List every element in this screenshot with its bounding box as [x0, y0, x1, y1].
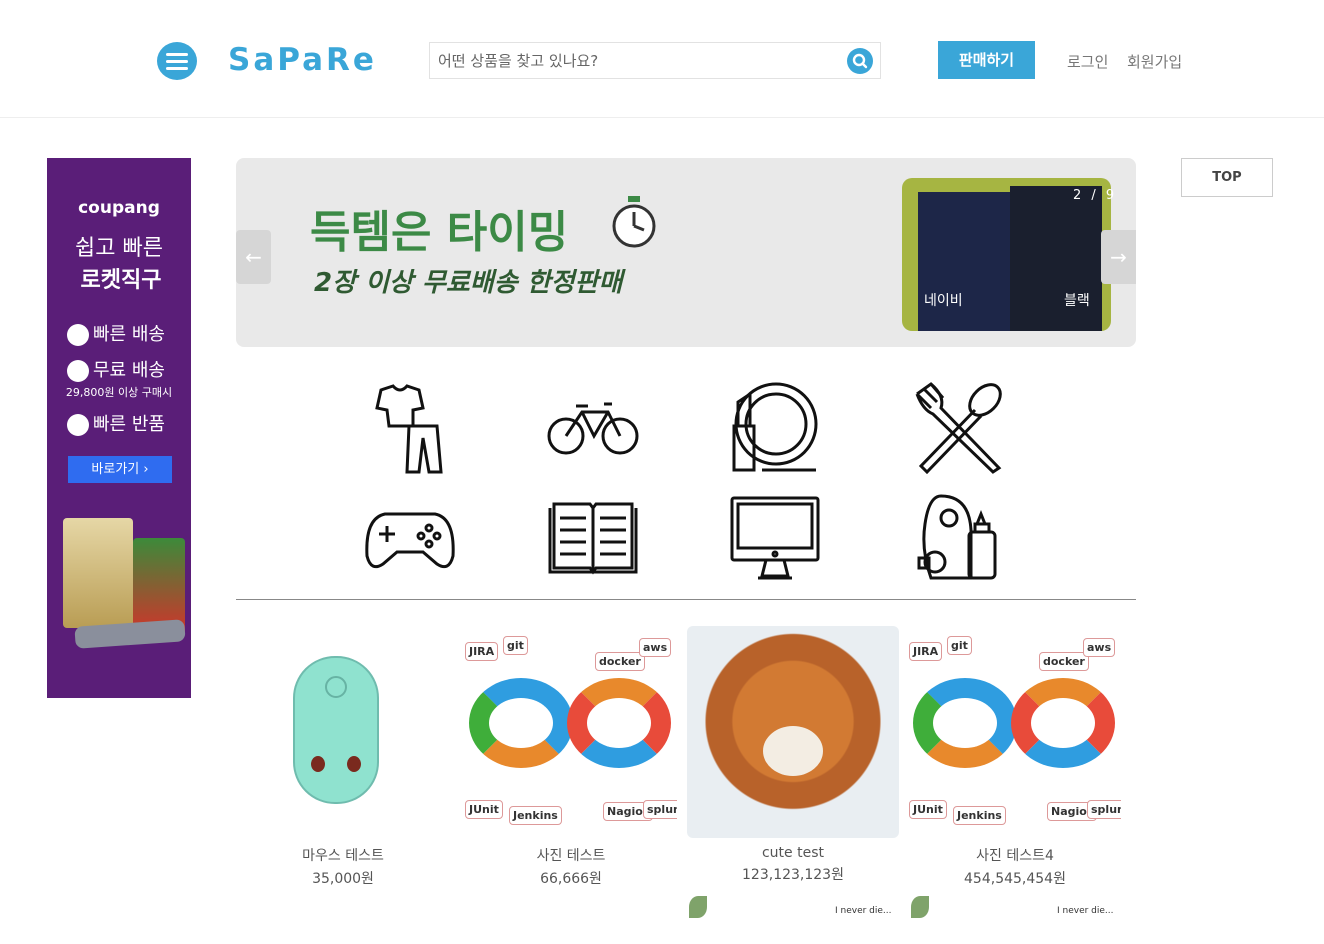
tag-jenkins: Jenkins: [953, 806, 1006, 825]
mouse-illustration: [293, 656, 379, 804]
hamburger-menu-icon[interactable]: [157, 42, 197, 80]
search-bar: [429, 42, 881, 79]
site-header: SaPaRe 판매하기 로그인 회원가입: [0, 0, 1324, 118]
product-image-fox[interactable]: [687, 626, 899, 838]
cosmetics-icon: [732, 382, 818, 472]
navy-pants: [918, 192, 1010, 331]
category-books[interactable]: [546, 490, 640, 584]
ad-line2: 로켓직구: [80, 268, 162, 293]
search-icon[interactable]: [847, 48, 873, 74]
category-bicycle[interactable]: [546, 380, 640, 474]
product-price: 454,545,454원: [964, 871, 1066, 887]
ad-feature-return: 빠른 반품: [67, 410, 165, 436]
tag-jenkins: Jenkins: [509, 806, 562, 825]
product-card[interactable]: JIRA git docker aws JUnit Jenkins Nagios…: [909, 626, 1121, 888]
product-image-mouse[interactable]: [237, 626, 449, 838]
tag-docker: docker: [595, 652, 645, 671]
devops-loop-right: [1011, 678, 1115, 768]
return-icon: [67, 414, 89, 436]
cartoon-caption: I never die...: [1057, 906, 1114, 916]
login-link[interactable]: 로그인: [1067, 51, 1108, 72]
sell-button[interactable]: 판매하기: [938, 41, 1035, 79]
signup-link[interactable]: 회원가입: [1127, 51, 1182, 72]
carousel-next-button[interactable]: →: [1101, 230, 1136, 284]
fork-spoon-icon: [915, 382, 1002, 475]
category-games[interactable]: [363, 490, 457, 584]
photo-label-black: 블랙: [1064, 293, 1090, 309]
tag-aws: aws: [1083, 638, 1116, 657]
truck-icon: [67, 360, 89, 382]
tag-git: git: [503, 636, 528, 655]
stopwatch-icon: [612, 196, 656, 248]
product-image-cartoon[interactable]: I never die...: [687, 894, 899, 944]
devops-loop-left: [913, 678, 1017, 768]
cartoon-caption: I never die...: [835, 906, 892, 916]
product-image-cartoon[interactable]: I never die...: [909, 894, 1121, 944]
banner-subline: 2장 이상 무료배송 한정판매: [314, 268, 623, 298]
tag-docker: docker: [1039, 652, 1089, 671]
devops-loop-left: [469, 678, 573, 768]
product-price: 66,666원: [540, 871, 602, 887]
tag-splunk: splunk: [643, 800, 677, 819]
category-clothing[interactable]: [363, 380, 457, 474]
category-electronics[interactable]: [728, 490, 822, 584]
tag-junit: JUnit: [465, 800, 503, 819]
carousel-counter: 2 / 9: [1073, 188, 1118, 203]
ad-product-ghee: [63, 518, 133, 628]
side-ad-banner[interactable]: coupang 쉽고 빠른 로켓직구 빠른 배송 무료 배송 29,800원 이…: [47, 158, 191, 698]
site-logo[interactable]: SaPaRe: [228, 42, 377, 78]
baby-bottle-icon: [917, 494, 997, 580]
globe-icon: [67, 324, 89, 346]
ad-cta-button[interactable]: 바로가기 ›: [68, 456, 172, 483]
product-name[interactable]: 마우스 테스트: [237, 845, 449, 865]
product-card[interactable]: JIRA git docker aws JUnit Jenkins Nagios…: [465, 626, 677, 888]
devops-loop-right: [567, 678, 671, 768]
product-name[interactable]: 사진 테스트: [465, 845, 677, 865]
product-image-devops[interactable]: JIRA git docker aws JUnit Jenkins Nagios…: [465, 626, 677, 838]
ad-brand: coupang: [78, 198, 160, 218]
tag-jira: JIRA: [465, 642, 499, 661]
scroll-top-button[interactable]: TOP: [1181, 158, 1273, 197]
ad-free-shipping-note: 29,800원 이상 구매시: [65, 386, 173, 399]
product-card[interactable]: 마우스 테스트 35,000원: [237, 626, 449, 888]
banner-headline: 득템은 타이밍: [310, 207, 569, 258]
fox-face: [763, 726, 823, 776]
category-cosmetics[interactable]: [728, 380, 822, 474]
leaf-icon: [911, 896, 929, 918]
category-baby[interactable]: [911, 490, 1005, 584]
product-name[interactable]: 사진 테스트4: [909, 845, 1121, 865]
monitor-icon: [730, 496, 820, 580]
leaf-icon: [689, 896, 707, 918]
main-carousel[interactable]: 득템은 타이밍 2장 이상 무료배송 한정판매 네이비 블랙 2 / 9: [236, 158, 1136, 347]
clothing-icon: [375, 384, 443, 474]
carousel-prev-button[interactable]: ←: [236, 230, 271, 284]
tag-splunk: splunk: [1087, 800, 1121, 819]
tag-git: git: [947, 636, 972, 655]
tag-aws: aws: [639, 638, 672, 657]
product-card[interactable]: cute test 123,123,123원: [687, 626, 899, 884]
product-name[interactable]: cute test: [687, 845, 899, 861]
category-kitchen[interactable]: [911, 380, 1005, 475]
ad-feature-free: 무료 배송: [67, 356, 165, 382]
product-price: 35,000원: [312, 871, 374, 887]
bicycle-icon: [547, 402, 639, 455]
book-icon: [548, 502, 638, 575]
search-input[interactable]: [430, 43, 830, 78]
section-divider: [236, 599, 1136, 600]
ad-line1: 쉽고 빠른: [75, 236, 163, 261]
tag-jira: JIRA: [909, 642, 943, 661]
photo-label-navy: 네이비: [924, 293, 963, 309]
product-price: 123,123,123원: [742, 867, 844, 883]
tag-junit: JUnit: [909, 800, 947, 819]
ad-feature-fast: 빠른 배송: [67, 320, 165, 346]
gamepad-icon: [365, 512, 455, 569]
product-image-devops[interactable]: JIRA git docker aws JUnit Jenkins Nagios…: [909, 626, 1121, 838]
